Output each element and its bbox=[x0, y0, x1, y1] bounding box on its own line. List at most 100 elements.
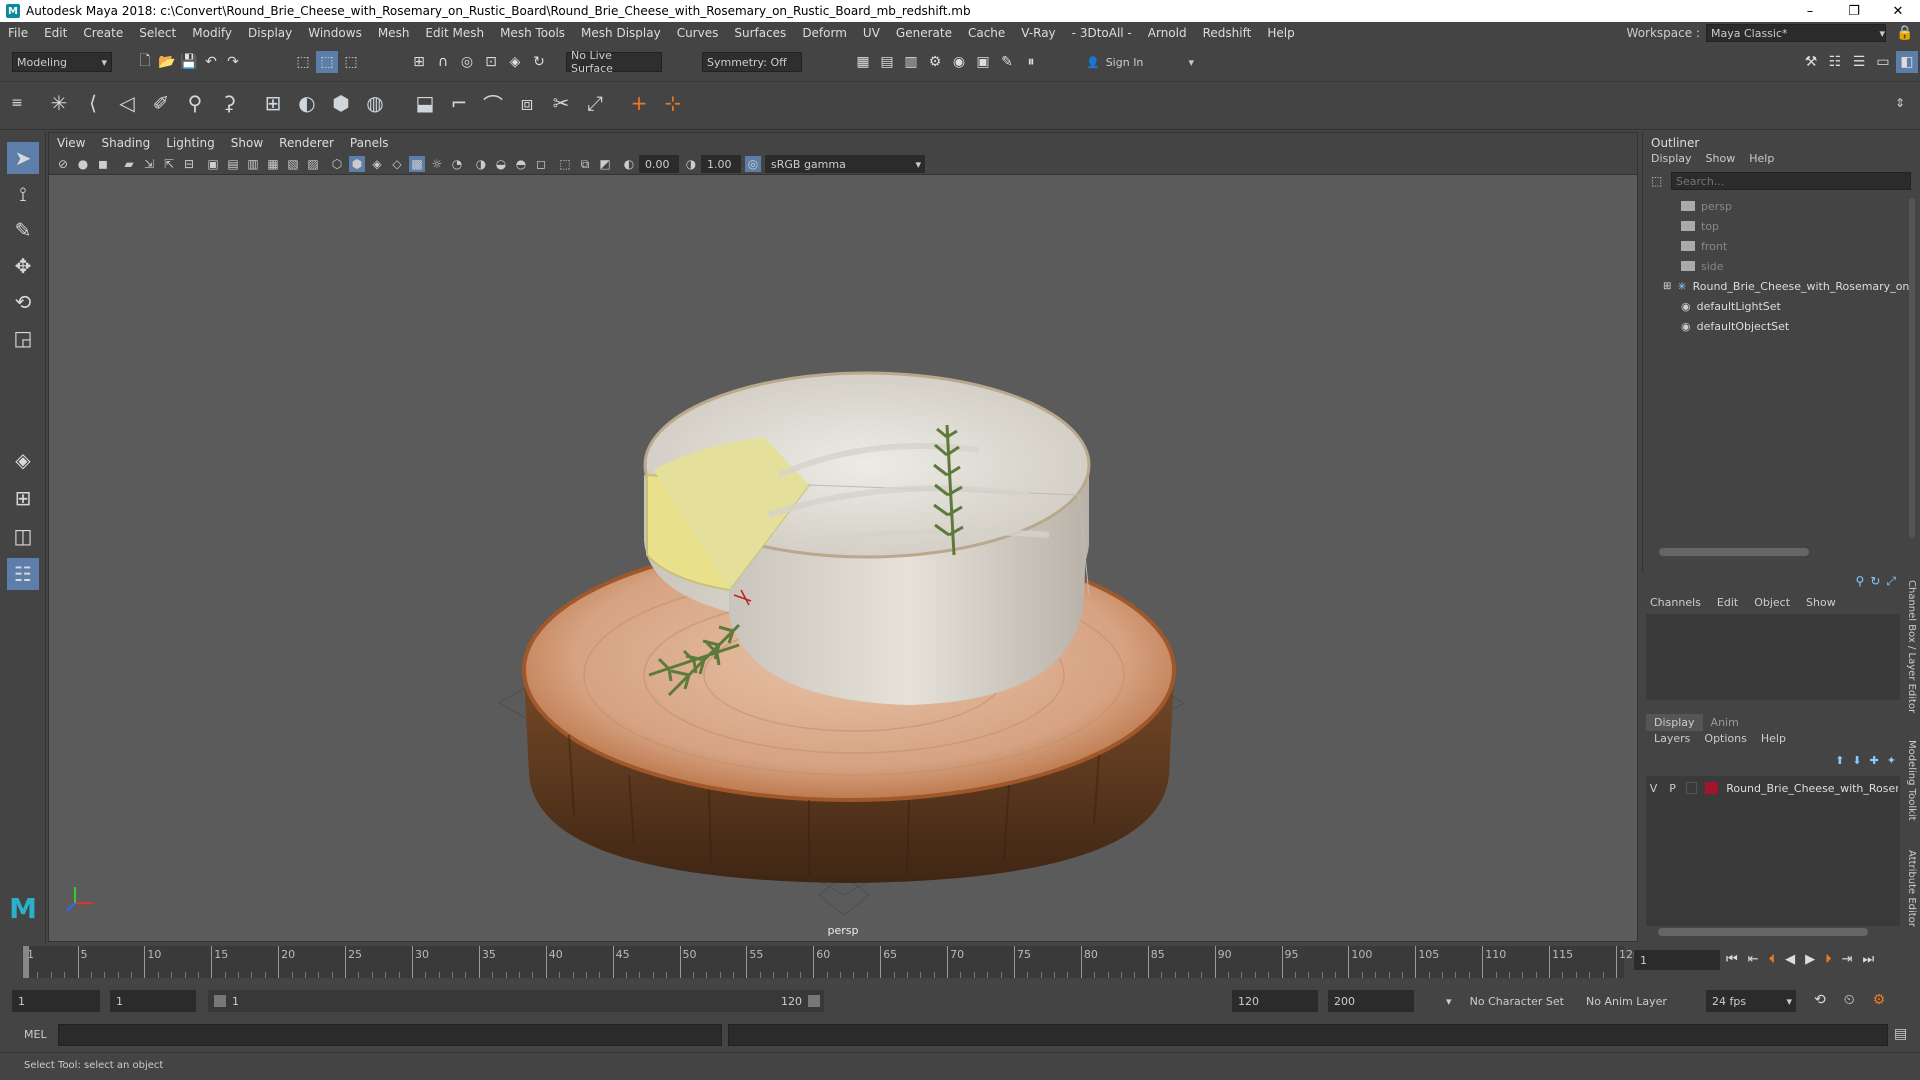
select-tool-icon[interactable]: ➤ bbox=[7, 142, 39, 174]
shelf-scroll-icon[interactable]: ⇕ bbox=[1890, 88, 1910, 118]
current-frame-field[interactable]: 1 bbox=[1634, 950, 1720, 970]
color-management-icon[interactable]: ◎ bbox=[745, 156, 761, 172]
merge-icon[interactable]: ⧈ bbox=[512, 88, 542, 118]
menu-select[interactable]: Select bbox=[131, 26, 184, 40]
layer-editor-icon[interactable]: ◧ bbox=[1896, 51, 1918, 73]
menu-3dtoall[interactable]: - 3DtoAll - bbox=[1064, 26, 1140, 40]
channel-menu-object[interactable]: Object bbox=[1754, 596, 1790, 609]
menu-edit[interactable]: Edit bbox=[36, 26, 75, 40]
curve-tool-icon[interactable]: ⟨ bbox=[78, 88, 108, 118]
outliner-menu-show[interactable]: Show bbox=[1706, 152, 1736, 165]
viewport-menu-lighting[interactable]: Lighting bbox=[158, 136, 223, 150]
light-editor-icon[interactable]: ✎ bbox=[996, 51, 1018, 73]
viewport-menu-show[interactable]: Show bbox=[223, 136, 271, 150]
menu-display[interactable]: Display bbox=[240, 26, 300, 40]
viewport-menu-renderer[interactable]: Renderer bbox=[271, 136, 342, 150]
wireframe-icon[interactable]: ⬡ bbox=[329, 156, 345, 172]
exposure-icon[interactable]: ◐ bbox=[621, 156, 637, 172]
viewport-scene[interactable] bbox=[49, 175, 1637, 941]
menu-arnold[interactable]: Arnold bbox=[1140, 26, 1195, 40]
gate-mask-icon[interactable]: ▥ bbox=[245, 156, 261, 172]
side-tab-channel-box[interactable]: Channel Box / Layer Editor bbox=[1906, 580, 1917, 713]
render-view-icon[interactable]: ▦ bbox=[852, 51, 874, 73]
step-back-frame-icon[interactable]: ⏴ bbox=[1769, 952, 1776, 967]
step-forward-key-icon[interactable]: ⇥ bbox=[1842, 952, 1853, 967]
textured-icon[interactable]: ◇ bbox=[389, 156, 405, 172]
outliner-horizontal-scrollbar[interactable] bbox=[1659, 548, 1809, 556]
play-forward-icon[interactable]: ▶ bbox=[1805, 952, 1815, 967]
outliner-search-input[interactable] bbox=[1671, 172, 1911, 190]
poly-sphere-icon[interactable]: ◐ bbox=[292, 88, 322, 118]
playback-start-field[interactable]: 1 bbox=[110, 990, 196, 1012]
scale-tool-icon[interactable]: ◲ bbox=[7, 322, 39, 354]
menu-edit-mesh[interactable]: Edit Mesh bbox=[417, 26, 492, 40]
channel-edit-icon[interactable]: ⤢ bbox=[1886, 574, 1896, 589]
outliner-layout-icon[interactable]: ☷ bbox=[7, 558, 39, 590]
bookmark-icon[interactable]: ◼ bbox=[95, 156, 111, 172]
extrude-icon[interactable]: ⬓ bbox=[410, 88, 440, 118]
layer-display-type[interactable] bbox=[1686, 782, 1698, 794]
tool-settings-icon[interactable]: ☰ bbox=[1848, 51, 1870, 73]
xray-icon[interactable]: ⬚ bbox=[557, 156, 573, 172]
outliner-item-persp[interactable]: persp bbox=[1681, 196, 1732, 216]
menu-deform[interactable]: Deform bbox=[794, 26, 855, 40]
menu-cache[interactable]: Cache bbox=[960, 26, 1013, 40]
outliner-menu-help[interactable]: Help bbox=[1749, 152, 1774, 165]
safe-title-icon[interactable]: ▨ bbox=[305, 156, 321, 172]
image-plane-icon[interactable]: ▰ bbox=[121, 156, 137, 172]
gamma-icon[interactable]: ◑ bbox=[683, 156, 699, 172]
layer-horizontal-scrollbar[interactable] bbox=[1658, 928, 1868, 936]
render-settings-icon[interactable]: ⚙ bbox=[924, 51, 946, 73]
menu-generate[interactable]: Generate bbox=[888, 26, 960, 40]
shadows-icon[interactable]: ☼ bbox=[429, 156, 445, 172]
snap-surface-icon[interactable]: ◈ bbox=[504, 51, 526, 73]
rotate-tool-icon[interactable]: ⟲ bbox=[7, 286, 39, 318]
channel-menu-channels[interactable]: Channels bbox=[1650, 596, 1701, 609]
viewport-menu-view[interactable]: View bbox=[49, 136, 93, 150]
smooth-shade-icon[interactable]: ⬢ bbox=[349, 156, 365, 172]
color-space-dropdown[interactable]: sRGB gamma ▾ bbox=[765, 155, 925, 173]
snap-pivot-icon[interactable]: ⊹ bbox=[658, 88, 688, 118]
depth-of-field-icon[interactable]: ◓ bbox=[513, 156, 529, 172]
current-time-indicator[interactable] bbox=[23, 946, 29, 978]
command-input[interactable] bbox=[58, 1024, 722, 1046]
menu-vray[interactable]: V-Ray bbox=[1013, 26, 1063, 40]
menu-uv[interactable]: UV bbox=[855, 26, 888, 40]
side-tab-attribute-editor[interactable]: Attribute Editor bbox=[1906, 850, 1917, 927]
multi-cut-icon[interactable]: ✂ bbox=[546, 88, 576, 118]
channel-list[interactable] bbox=[1646, 614, 1900, 700]
save-scene-icon[interactable]: 💾 bbox=[178, 51, 200, 73]
channel-key-icon[interactable]: ⚲ bbox=[1856, 574, 1865, 589]
menu-redshift[interactable]: Redshift bbox=[1195, 26, 1260, 40]
select-component-icon[interactable]: ⬚ bbox=[340, 51, 362, 73]
menu-modify[interactable]: Modify bbox=[184, 26, 240, 40]
menu-mesh-tools[interactable]: Mesh Tools bbox=[492, 26, 573, 40]
four-view-icon[interactable]: ⊞ bbox=[7, 482, 39, 514]
animation-start-field[interactable]: 1 bbox=[12, 990, 100, 1012]
ik-handle-icon[interactable]: ⚳ bbox=[214, 88, 244, 118]
live-surface-field[interactable]: No Live Surface bbox=[566, 49, 662, 75]
outliner-item-front[interactable]: front bbox=[1681, 236, 1727, 256]
channel-menu-show[interactable]: Show bbox=[1806, 596, 1836, 609]
open-scene-icon[interactable]: 📂 bbox=[156, 51, 178, 73]
new-scene-icon[interactable]: 🗋 bbox=[134, 51, 156, 73]
layer-visibility-toggle[interactable]: V bbox=[1648, 782, 1659, 795]
undo-icon[interactable]: ↶ bbox=[200, 51, 222, 73]
outliner-item-defaultlightset[interactable]: ◉ defaultLightSet bbox=[1681, 296, 1781, 316]
snap-grid-icon[interactable]: ⊞ bbox=[408, 51, 430, 73]
filter-icon[interactable]: ⬚ bbox=[1651, 174, 1665, 188]
soft-select-icon[interactable]: ✳ bbox=[44, 88, 74, 118]
poly-cube-icon[interactable]: ⬢ bbox=[326, 88, 356, 118]
wireframe-on-shaded-icon[interactable]: ◈ bbox=[369, 156, 385, 172]
menu-help[interactable]: Help bbox=[1259, 26, 1302, 40]
use-all-lights-icon[interactable]: ▩ bbox=[409, 156, 425, 172]
redo-icon[interactable]: ↷ bbox=[222, 51, 244, 73]
bridge-icon[interactable]: ⌒ bbox=[478, 88, 508, 118]
layers-menu-layers[interactable]: Layers bbox=[1654, 732, 1690, 745]
range-end-handle[interactable] bbox=[808, 995, 820, 1007]
menu-create[interactable]: Create bbox=[75, 26, 131, 40]
close-button[interactable]: ✕ bbox=[1876, 0, 1920, 22]
tab-display[interactable]: Display bbox=[1646, 714, 1703, 731]
viewport-menu-panels[interactable]: Panels bbox=[342, 136, 397, 150]
outliner-item-side[interactable]: side bbox=[1681, 256, 1724, 276]
